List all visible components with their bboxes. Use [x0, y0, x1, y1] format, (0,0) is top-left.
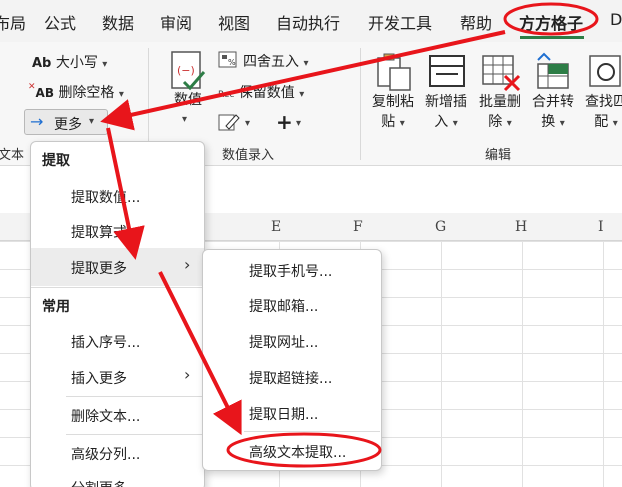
column-header-e[interactable]: E	[271, 219, 281, 235]
tab-layout[interactable]: 布局	[0, 10, 26, 34]
menu-item-extract-email[interactable]: 提取邮箱...	[249, 296, 318, 316]
merge-convert-icon	[537, 52, 569, 89]
menu-item-insert-serial[interactable]: 插入序号...	[71, 332, 140, 352]
chevron-down-icon: ▾	[299, 89, 305, 100]
edit-group-label: 编辑	[485, 148, 512, 163]
chevron-down-icon: ▾	[303, 58, 309, 69]
column-header-f[interactable]: F	[353, 219, 363, 235]
menu-item-delete-text[interactable]: 删除文本...	[71, 406, 140, 426]
chevron-down-icon: ▾	[452, 118, 458, 129]
menu-divider	[66, 434, 204, 435]
batch-delete-icon	[482, 55, 521, 92]
find-match-button[interactable]: 查找匹 配 ▾	[580, 92, 622, 134]
numeric-icon: (−)	[171, 51, 206, 91]
round-icon: %	[218, 51, 237, 68]
tab-view[interactable]: 视图	[218, 10, 250, 34]
tab-review[interactable]: 审阅	[160, 10, 192, 34]
menu-item-advanced-text-extract[interactable]: 高级文本提取...	[249, 442, 346, 462]
batch-delete-button[interactable]: 批量删 除 ▾	[474, 92, 526, 134]
remove-space-label: 删除空格	[58, 85, 115, 101]
batch-delete-label-2: 除	[488, 114, 503, 130]
arrow-right-icon: →	[30, 112, 44, 131]
insert-new-label-1: 新增插	[425, 94, 467, 110]
menu-item-extract-hyperlink[interactable]: 提取超链接...	[249, 368, 332, 388]
tab-formulas[interactable]: 公式	[44, 10, 76, 34]
keep-value-label: 保留数值	[238, 85, 295, 101]
remove-space-button[interactable]: ✕AB 删除空格 ▾	[28, 82, 124, 102]
tab-d[interactable]: D	[610, 10, 622, 29]
tab-help[interactable]: 帮助	[460, 10, 492, 34]
value-group-label: 数值录入	[222, 148, 275, 163]
chevron-down-icon: ▾	[399, 118, 405, 129]
extract-more-submenu	[202, 249, 382, 471]
find-match-label-1: 查找匹	[585, 94, 622, 110]
insert-new-button[interactable]: 新增插 入 ▾	[420, 92, 472, 134]
tab-automate[interactable]: 自动执行	[276, 10, 340, 34]
chevron-down-icon: ▾	[612, 118, 618, 129]
tab-data[interactable]: 数据	[102, 10, 134, 34]
menu-item-extract-formula[interactable]: 提取算式...	[71, 222, 140, 242]
chevron-down-icon: ▾	[296, 118, 302, 129]
ribbon-tab-bar: 布局 公式 数据 审阅 视图 自动执行 开发工具 帮助 方方格子 D	[0, 0, 622, 42]
case-label: 大小写	[55, 55, 98, 71]
copy-paste-button[interactable]: 复制粘 贴 ▾	[367, 92, 419, 134]
column-header-i[interactable]: I	[598, 219, 604, 235]
chevron-down-icon: ▾	[118, 89, 124, 100]
menu-divider	[31, 287, 204, 288]
remove-space-ab-icon: AB	[35, 86, 54, 100]
chevron-right-icon: ›	[184, 255, 191, 274]
column-header-g[interactable]: G	[435, 219, 446, 235]
round-label: 四舍五入	[243, 54, 299, 70]
case-ab-icon: Ab	[32, 56, 52, 71]
chevron-down-icon: ▾	[102, 59, 108, 70]
group-separator	[360, 48, 361, 160]
plus-icon[interactable]: +	[276, 110, 293, 134]
menu-item-extract-number[interactable]: 提取数值...	[71, 187, 140, 207]
menu-item-advanced-split[interactable]: 高级分列...	[71, 444, 140, 464]
menu-section-common: 常用	[42, 299, 70, 315]
remove-mark-icon: ✕	[28, 82, 36, 92]
menu-item-extract-phone[interactable]: 提取手机号...	[249, 261, 332, 281]
keep-value-button[interactable]: Rec 保留数值 ▾	[218, 82, 304, 102]
round-button[interactable]: 四舍五入 ▾	[243, 51, 308, 71]
find-match-icon	[589, 55, 621, 87]
keep-value-rec-icon: Rec	[218, 90, 235, 100]
insert-new-label-2: 入	[434, 114, 449, 130]
tab-fangfanggezi[interactable]: 方方格子	[519, 10, 583, 34]
chevron-down-icon: ▾	[506, 118, 512, 129]
numeric-button[interactable]: 数值	[168, 90, 208, 110]
chevron-down-icon: ▾	[89, 116, 95, 127]
menu-item-split-more[interactable]: 分割更多	[71, 478, 127, 487]
find-match-label-2: 配	[594, 114, 609, 130]
merge-convert-label-2: 换	[541, 114, 556, 130]
copy-paste-label-1: 复制粘	[372, 94, 414, 110]
chevron-down-icon: ▾	[182, 114, 188, 125]
insert-new-icon	[429, 55, 465, 87]
menu-item-extract-url[interactable]: 提取网址...	[249, 332, 318, 352]
menu-item-extract-more[interactable]: 提取更多	[71, 258, 127, 278]
batch-delete-label-1: 批量删	[479, 94, 521, 110]
merge-convert-label-1: 合并转	[532, 94, 574, 110]
case-button[interactable]: Ab 大小写 ▾	[32, 52, 107, 72]
chevron-down-icon: ▾	[559, 118, 565, 129]
merge-convert-button[interactable]: 合并转 换 ▾	[527, 92, 579, 134]
tab-developer[interactable]: 开发工具	[368, 10, 432, 34]
more-button[interactable]: → 更多 ▾	[24, 109, 108, 135]
menu-divider	[66, 396, 204, 397]
chevron-right-icon: ›	[184, 365, 191, 384]
menu-section-extract: 提取	[42, 153, 70, 169]
copy-paste-label-2: 贴	[381, 114, 396, 130]
menu-item-insert-more[interactable]: 插入更多	[71, 368, 127, 388]
column-header-h[interactable]: H	[515, 219, 527, 235]
chevron-down-icon: ▾	[245, 118, 251, 129]
edit-cell-icon[interactable]	[218, 112, 240, 132]
menu-item-extract-date[interactable]: 提取日期...	[249, 404, 318, 424]
menu-divider	[244, 431, 380, 432]
svg-text:(−): (−)	[177, 64, 195, 77]
active-tab-indicator	[520, 36, 584, 39]
svg-text:%: %	[228, 58, 236, 67]
text-group-label: 文本	[0, 148, 25, 163]
copy-paste-icon	[377, 53, 411, 91]
more-label: 更多	[54, 117, 82, 133]
